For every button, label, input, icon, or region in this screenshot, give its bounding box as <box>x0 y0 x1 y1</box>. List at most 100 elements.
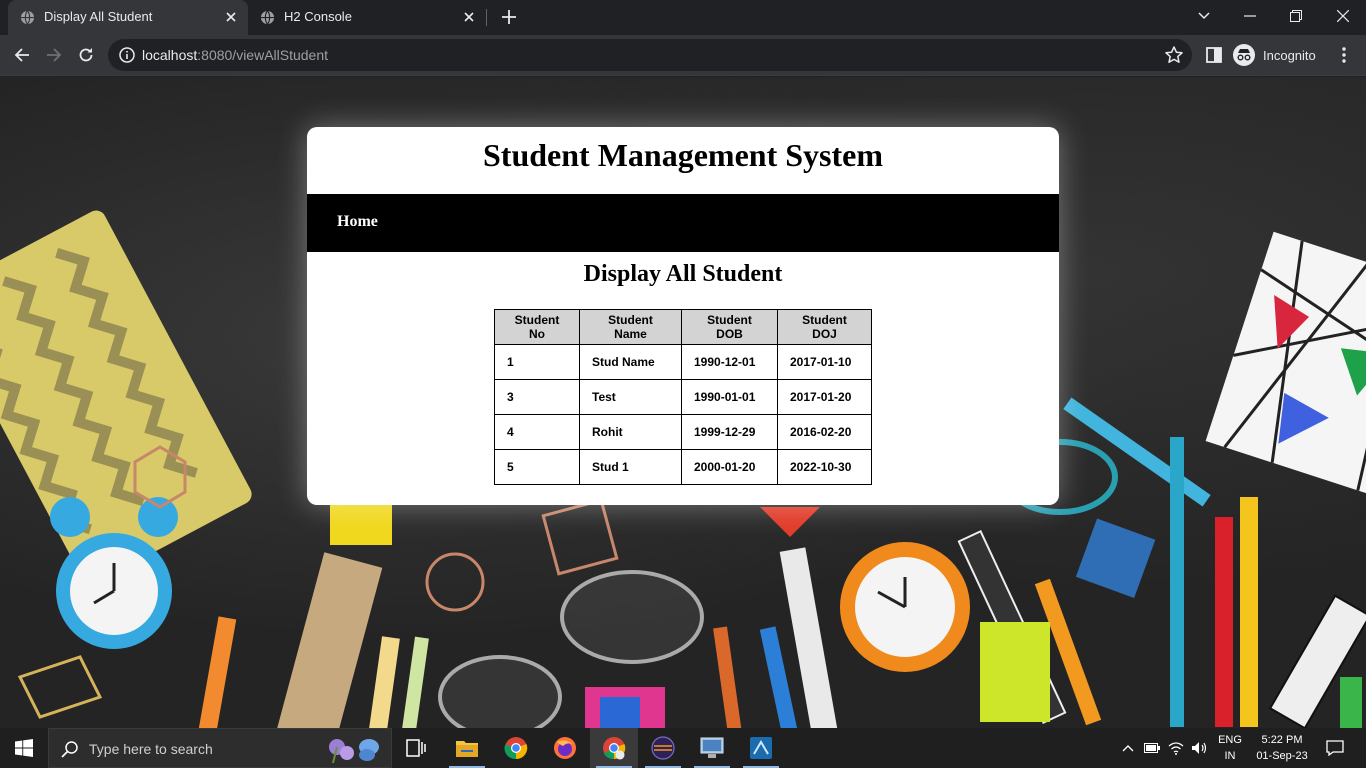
reload-button[interactable] <box>72 41 100 69</box>
cell-student-no: 3 <box>494 379 580 415</box>
arrow-left-icon <box>14 48 29 62</box>
cell-student-name: Test <box>579 379 682 415</box>
bookmark-star-icon[interactable] <box>1164 45 1184 65</box>
page-viewport: Student Management System Home Display A… <box>0 77 1366 728</box>
chrome-button[interactable] <box>492 728 540 768</box>
globe-icon <box>20 10 35 25</box>
cell-student-doj: 2022-10-30 <box>777 449 872 485</box>
column-header-student-dob: Student DOB <box>681 309 778 345</box>
notifications-button[interactable] <box>1320 728 1350 768</box>
clock[interactable]: 5:22 PM 01-Sep-23 <box>1252 732 1312 764</box>
url-path: :8080/viewAllStudent <box>197 47 329 63</box>
eclipse-button[interactable] <box>639 728 687 768</box>
cell-student-doj: 2017-01-10 <box>777 344 872 380</box>
close-tab-icon[interactable] <box>460 8 478 26</box>
forward-button[interactable] <box>40 41 68 69</box>
clock-time: 5:22 PM <box>1261 734 1303 746</box>
chrome-icon <box>603 737 626 760</box>
search-placeholder: Type here to search <box>89 741 213 757</box>
cell-student-dob: 1990-01-01 <box>681 379 778 415</box>
windows-logo-icon <box>15 739 33 757</box>
table-row: 1 Stud Name 1990-12-01 2017-01-10 <box>494 344 872 380</box>
new-tab-button[interactable] <box>497 5 521 29</box>
remote-desktop-button[interactable] <box>688 728 736 768</box>
cell-student-no: 5 <box>494 449 580 485</box>
globe-icon <box>260 10 275 25</box>
section-title: Display All Student <box>583 261 783 287</box>
task-view-icon <box>406 739 426 757</box>
start-button[interactable] <box>0 728 48 768</box>
close-window-button[interactable] <box>1320 0 1366 32</box>
arrow-right-icon <box>47 48 62 62</box>
language-code: ENG <box>1218 734 1242 746</box>
cell-student-name: Stud Name <box>579 344 682 380</box>
tab-strip: Display All Student H2 Console <box>0 0 1366 35</box>
info-icon[interactable] <box>118 46 136 64</box>
eclipse-icon <box>651 736 675 760</box>
app-icon <box>750 737 772 759</box>
tab-display-all-student[interactable]: Display All Student <box>8 0 248 35</box>
notification-icon <box>1326 740 1344 756</box>
cell-student-doj: 2017-01-20 <box>777 379 872 415</box>
restore-button[interactable] <box>1273 0 1319 32</box>
column-header-student-name: Student Name <box>579 309 682 345</box>
chrome-incognito-button[interactable] <box>590 728 638 768</box>
battery-button[interactable] <box>1142 728 1162 768</box>
cell-student-dob: 1990-12-01 <box>681 344 778 380</box>
cell-student-dob: 2000-01-20 <box>681 449 778 485</box>
side-panel-icon <box>1206 47 1222 63</box>
kebab-menu-icon <box>1342 47 1346 63</box>
incognito-icon <box>1233 44 1255 66</box>
cell-student-no: 1 <box>494 344 580 380</box>
tab-h2-console[interactable]: H2 Console <box>250 0 486 35</box>
restore-icon <box>1290 10 1302 22</box>
folder-icon <box>456 741 478 757</box>
table-row: 3 Test 1990-01-01 2017-01-20 <box>494 379 872 415</box>
table-row: 5 Stud 1 2000-01-20 2022-10-30 <box>494 449 872 485</box>
firefox-icon <box>554 737 576 759</box>
reload-icon <box>79 48 93 62</box>
app-button[interactable] <box>737 728 785 768</box>
tab-divider <box>486 9 487 26</box>
region-code: IN <box>1224 750 1236 762</box>
minimize-icon <box>1244 15 1256 17</box>
search-icon <box>61 741 78 758</box>
firefox-button[interactable] <box>541 728 589 768</box>
navbar: Home <box>307 194 1059 252</box>
speaker-icon <box>1192 742 1207 754</box>
language-indicator[interactable]: ENG IN <box>1210 732 1250 764</box>
profile-label: Incognito <box>1263 47 1316 63</box>
cell-student-name: Stud 1 <box>579 449 682 485</box>
task-view-button[interactable] <box>392 728 440 768</box>
taskbar-search-box[interactable]: Type here to search <box>48 728 392 768</box>
column-header-student-no: Student No <box>494 309 580 345</box>
cell-student-doj: 2016-02-20 <box>777 414 872 450</box>
minimize-button[interactable] <box>1227 0 1273 32</box>
chevron-up-icon <box>1122 745 1134 752</box>
url-host: localhost <box>142 47 198 63</box>
network-button[interactable] <box>1166 728 1186 768</box>
monitor-icon <box>700 737 724 758</box>
cell-student-name: Rohit <box>579 414 682 450</box>
clock-date: 01-Sep-23 <box>1256 750 1308 762</box>
url-text[interactable]: localhost:8080/viewAllStudent <box>142 47 328 63</box>
show-hidden-icons-button[interactable] <box>1118 728 1138 768</box>
menu-button[interactable] <box>1330 41 1358 69</box>
side-panel-button[interactable] <box>1200 41 1228 69</box>
nav-home-link[interactable]: Home <box>337 213 378 231</box>
tab-title: H2 Console <box>284 9 352 24</box>
address-bar[interactable]: localhost:8080/viewAllStudent <box>108 39 1192 71</box>
chevron-down-icon <box>1198 12 1210 20</box>
back-button[interactable] <box>8 41 36 69</box>
browser-toolbar: localhost:8080/viewAllStudent Incognito <box>0 35 1366 76</box>
site-title: Student Management System <box>483 137 883 173</box>
students-table: Student No Student Name Student DOB Stud… <box>494 309 872 485</box>
windows-taskbar: Type here to search ENG IN 5:22 PM 01-Se… <box>0 728 1366 768</box>
tab-search-button[interactable] <box>1181 0 1227 32</box>
cell-student-no: 4 <box>494 414 580 450</box>
volume-button[interactable] <box>1189 728 1209 768</box>
incognito-profile-button[interactable]: Incognito <box>1233 41 1316 69</box>
close-tab-icon[interactable] <box>222 8 240 26</box>
file-explorer-button[interactable] <box>443 728 491 768</box>
tab-title: Display All Student <box>44 9 153 24</box>
